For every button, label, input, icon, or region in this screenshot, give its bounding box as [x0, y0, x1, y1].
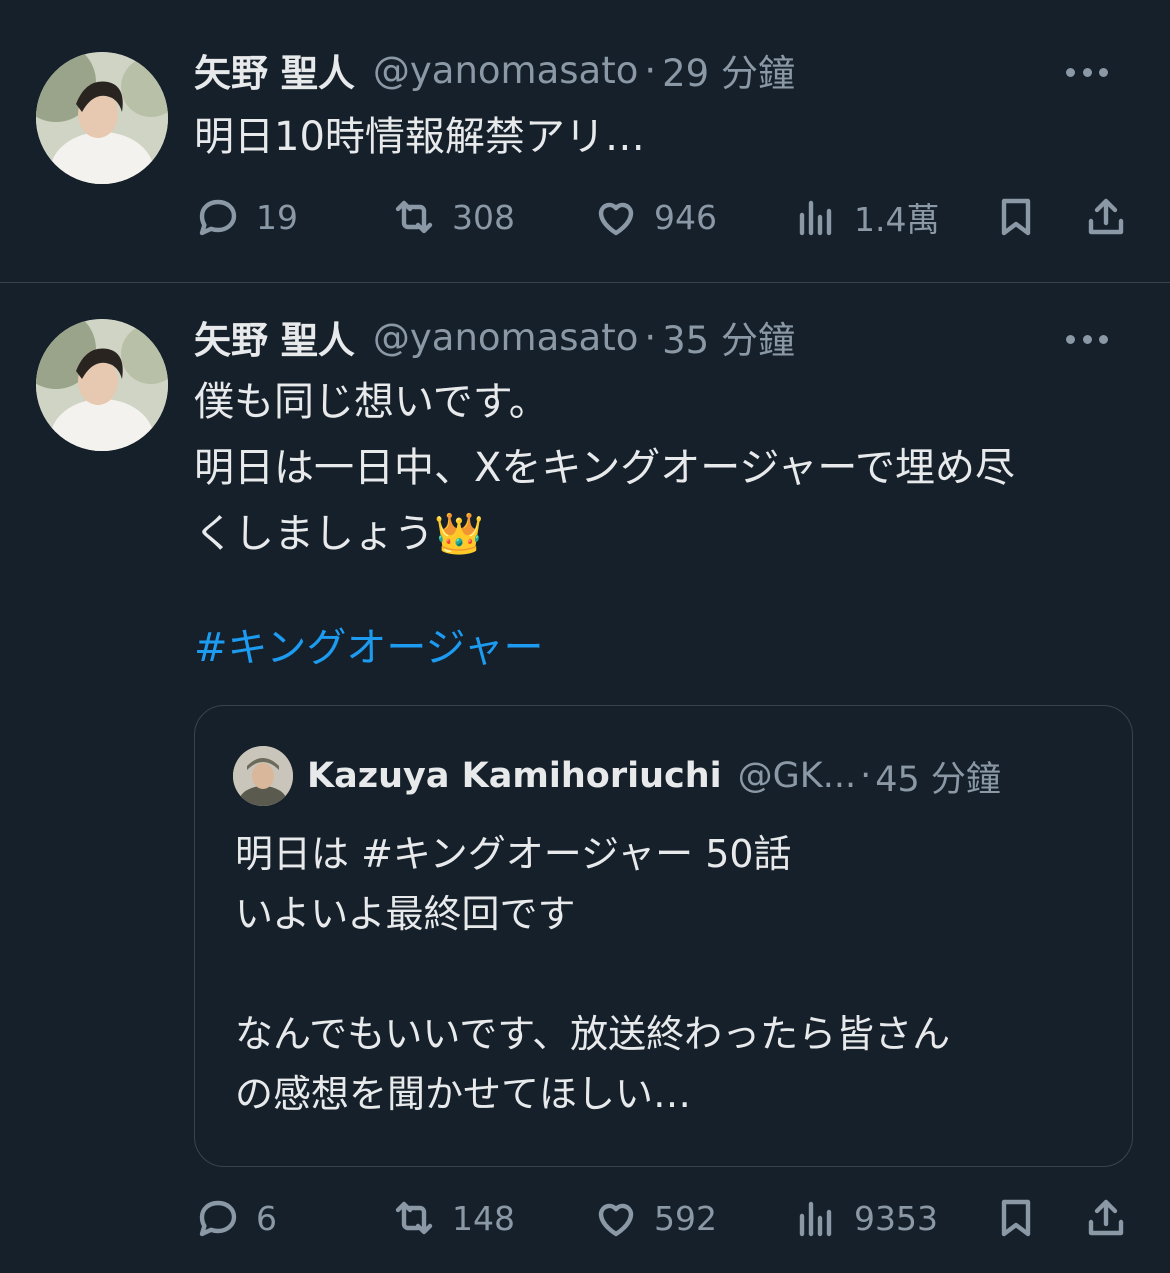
retweet-button[interactable]: 148 [390, 1193, 515, 1243]
share-icon [1088, 198, 1124, 235]
tweet-text: 僕も同じ想いです。明日は一日中、Xをキングオージャーで埋め尽 くしましょう👑 [194, 369, 1015, 567]
quoted-avatar [233, 746, 293, 806]
share-icon [1088, 1199, 1124, 1236]
quoted-text-line: いよいよ最終回です [235, 892, 576, 936]
tweet-text-line: くしましょう👑 [194, 511, 484, 557]
bookmark-button[interactable] [992, 192, 1040, 242]
views-button[interactable]: 9353 [792, 1193, 938, 1243]
retweet-button[interactable]: 308 [390, 192, 515, 242]
author-name[interactable]: 矢野 聖人 [194, 310, 355, 364]
bookmark-button[interactable] [992, 1193, 1040, 1243]
like-button[interactable]: 946 [592, 192, 717, 242]
hashtag-link[interactable]: #キングオージャー [194, 615, 544, 681]
quoted-tweet[interactable]: Kazuya Kamihoriuchi @GK... · 45 分鐘 明日は #… [194, 705, 1133, 1167]
tweet-header: 矢野 聖人 @yanomasato · 29 分鐘 [194, 43, 795, 97]
bookmark-icon [1001, 1199, 1031, 1237]
retweet-count: 148 [452, 1198, 515, 1238]
tweet-text-line: 僕も同じ想いです。 [194, 379, 549, 425]
quoted-header: Kazuya Kamihoriuchi @GK... · 45 分鐘 [307, 752, 1001, 800]
avatar[interactable] [36, 52, 168, 184]
retweet-icon [395, 200, 433, 234]
separator: · [644, 48, 657, 92]
reply-count: 6 [256, 1198, 277, 1238]
like-count: 592 [654, 1198, 717, 1238]
tweet-actions: 6 148 592 9353 [194, 1193, 1134, 1243]
quoted-text-line: の感想を聞かせてほしい… [235, 1072, 692, 1116]
like-button[interactable]: 592 [592, 1193, 717, 1243]
tweet-text-line: 明日は一日中、Xをキングオージャーで埋め尽 [194, 445, 1016, 491]
reply-button[interactable]: 19 [194, 192, 298, 242]
tweet-actions: 19 308 946 1.4萬 [194, 192, 1134, 242]
tweet-text: 明日10時情報解禁アリ… [194, 114, 645, 160]
quoted-author-name: Kazuya Kamihoriuchi [307, 756, 722, 796]
author-handle[interactable]: @yanomasato [373, 316, 638, 359]
tweet-header: 矢野 聖人 @yanomasato · 35 分鐘 [194, 310, 795, 364]
separator: · [860, 756, 872, 796]
quoted-text: 明日は #キングオージャー 50話 いよいよ最終回ですなんでもいいです、放送終わっ… [235, 824, 950, 1124]
reply-count: 19 [256, 197, 298, 237]
more-icon[interactable] [1066, 66, 1108, 78]
quoted-text-line: 明日は #キングオージャー 50話 [235, 832, 792, 876]
reply-button[interactable]: 6 [194, 1193, 277, 1243]
reply-icon [199, 1200, 237, 1237]
quoted-text-line [235, 944, 950, 1004]
timestamp[interactable]: 29 分鐘 [662, 43, 795, 97]
bookmark-icon [1001, 198, 1031, 236]
separator: · [644, 315, 657, 359]
views-icon [799, 1201, 832, 1237]
like-icon [598, 1203, 634, 1237]
tweet[interactable]: 矢野 聖人 @yanomasato · 29 分鐘 明日10時情報解禁アリ… 1… [0, 0, 1170, 283]
like-count: 946 [654, 197, 717, 237]
like-icon [598, 202, 634, 236]
views-button[interactable]: 1.4萬 [792, 192, 939, 242]
share-button[interactable] [1082, 1193, 1130, 1243]
quoted-author-handle: @GK... [737, 756, 857, 796]
reply-icon [199, 199, 237, 236]
retweet-count: 308 [452, 197, 515, 237]
timestamp[interactable]: 35 分鐘 [662, 310, 795, 364]
views-count: 1.4萬 [854, 200, 940, 239]
quoted-text-line: なんでもいいです、放送終わったら皆さん [235, 1012, 951, 1056]
tweet[interactable]: 矢野 聖人 @yanomasato · 35 分鐘 僕も同じ想いです。明日は一日… [0, 283, 1170, 1273]
share-button[interactable] [1082, 192, 1130, 242]
author-name[interactable]: 矢野 聖人 [194, 43, 355, 97]
more-icon[interactable] [1066, 333, 1108, 345]
avatar[interactable] [36, 319, 168, 451]
quoted-timestamp: 45 分鐘 [875, 759, 1001, 800]
views-count: 9353 [854, 1198, 938, 1238]
author-handle[interactable]: @yanomasato [373, 49, 638, 92]
retweet-icon [395, 1201, 433, 1235]
views-icon [799, 200, 832, 236]
